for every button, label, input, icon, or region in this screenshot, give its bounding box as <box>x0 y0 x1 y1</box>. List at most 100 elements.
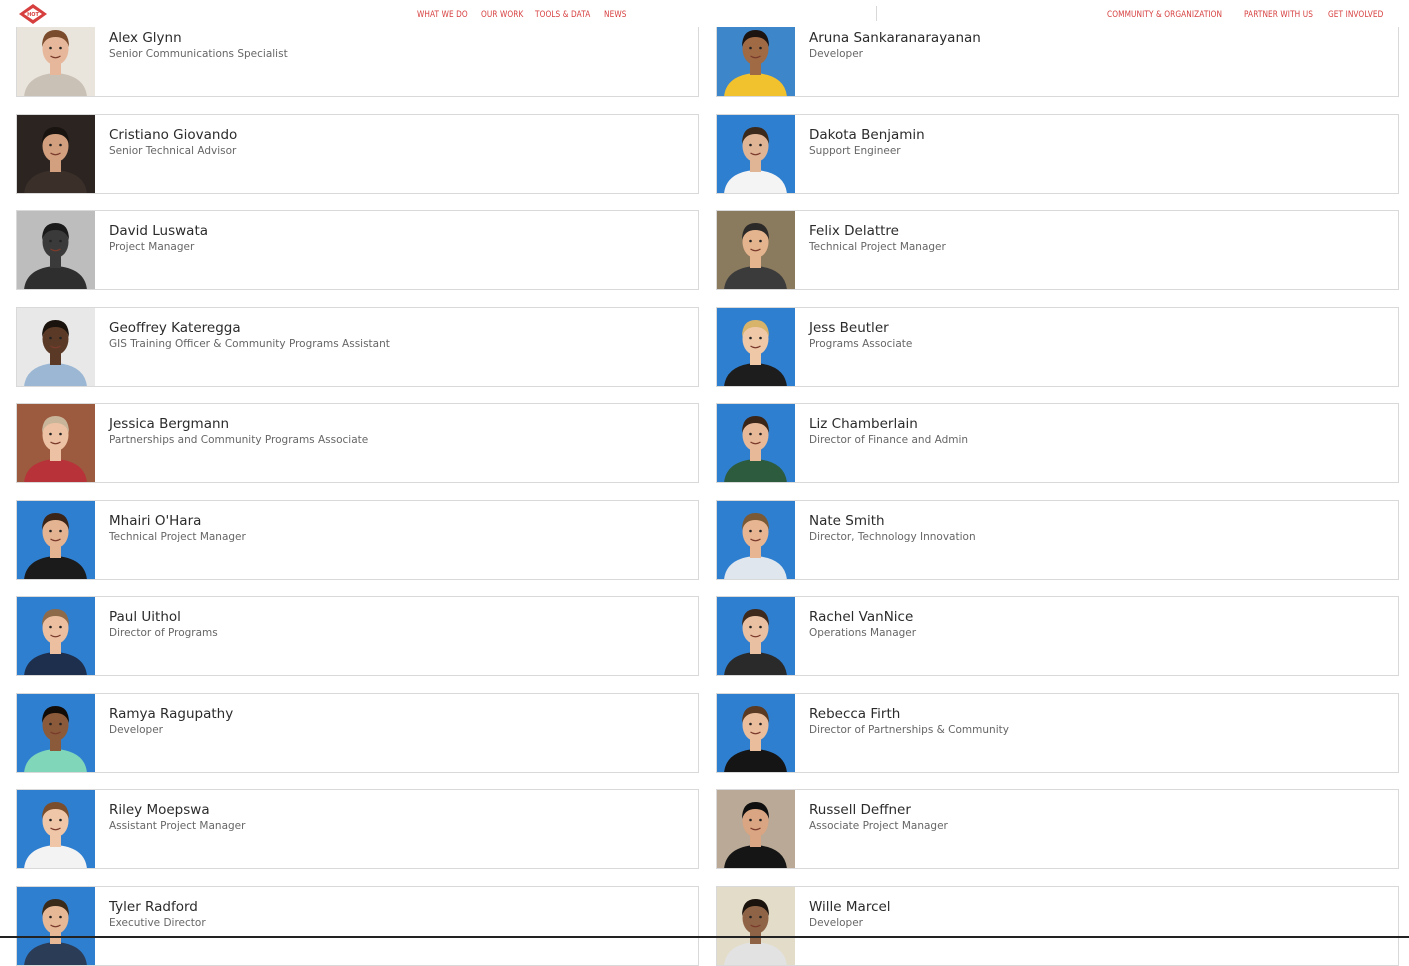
team-member-photo[interactable] <box>17 790 95 868</box>
team-member-role: Technical Project Manager <box>809 241 946 253</box>
team-member-role: Senior Communications Specialist <box>109 48 288 60</box>
team-member-photo[interactable] <box>17 404 95 482</box>
team-member-photo[interactable] <box>17 500 95 579</box>
team-member-card[interactable]: Ramya Ragupathy Developer <box>16 692 699 773</box>
nav-get-involved[interactable]: GET INVOLVED <box>1328 9 1383 19</box>
portrait-image <box>717 211 795 289</box>
team-member-role: Support Engineer <box>809 144 901 157</box>
team-member-name[interactable]: Rebecca Firth <box>809 706 1009 722</box>
team-member-photo[interactable] <box>717 693 795 772</box>
hot-logo-icon[interactable]: HOT <box>15 2 51 26</box>
team-member-card[interactable]: Felix Delattre Technical Project Manager <box>716 210 1399 290</box>
team-member-card[interactable]: Cristiano Giovando Senior Technical Advis… <box>16 113 699 194</box>
team-member-photo[interactable] <box>717 886 795 965</box>
team-member-role: Assistant Project Manager <box>109 820 246 832</box>
team-member-info: Mhairi O'Hara Technical Project Manager <box>95 501 246 579</box>
nav-tools-data[interactable]: TOOLS & DATA <box>535 9 590 19</box>
team-member-card[interactable]: Mhairi O'Hara Technical Project Manager <box>16 499 699 580</box>
team-member-photo[interactable] <box>17 18 95 96</box>
team-member-photo[interactable] <box>17 693 95 772</box>
team-member-card[interactable]: Nate Smith Director, Technology Innovatio… <box>716 499 1399 580</box>
team-member-photo[interactable] <box>17 307 95 386</box>
portrait-image <box>717 790 795 868</box>
nav-community-organization[interactable]: COMMUNITY & ORGANIZATION <box>1107 9 1222 19</box>
team-member-role: GIS Training Officer & Community Program… <box>109 337 390 350</box>
team-member-role: Project Manager <box>109 241 195 253</box>
team-member-name[interactable]: Ramya Ragupathy <box>109 706 233 722</box>
nav-partner-with-us[interactable]: PARTNER WITH US <box>1244 9 1313 19</box>
team-member-name[interactable]: Rachel VanNice <box>809 609 916 625</box>
portrait-image <box>717 500 795 579</box>
team-member-photo[interactable] <box>717 307 795 386</box>
team-member-card[interactable]: Tyler Radford Executive Director <box>16 885 699 966</box>
team-member-name[interactable]: Dakota Benjamin <box>809 127 925 143</box>
team-member-info: Russell Deffner Associate Project Manager <box>795 790 948 868</box>
team-member-photo[interactable] <box>717 597 795 675</box>
team-member-name[interactable]: Tyler Radford <box>109 899 206 915</box>
team-member-photo[interactable] <box>717 114 795 193</box>
team-member-name[interactable]: Jessica Bergmann <box>109 416 368 432</box>
team-member-card[interactable]: Dakota Benjamin Support Engineer <box>716 113 1399 194</box>
team-member-card[interactable]: Liz Chamberlain Director of Finance and A… <box>716 403 1399 483</box>
nav-our-work[interactable]: OUR WORK <box>481 9 523 19</box>
team-member-card[interactable]: Rebecca Firth Director of Partnerships & … <box>716 692 1399 773</box>
team-member-photo[interactable] <box>717 790 795 868</box>
team-member-photo[interactable] <box>17 597 95 675</box>
team-member-name[interactable]: Liz Chamberlain <box>809 416 968 432</box>
team-member-photo[interactable] <box>717 211 795 289</box>
team-member-info: Jessica Bergmann Partnerships and Communi… <box>95 404 368 482</box>
team-member-name[interactable]: David Luswata <box>109 223 208 239</box>
team-member-photo[interactable] <box>717 500 795 579</box>
team-member-name[interactable]: Aruna Sankaranarayanan <box>809 30 981 46</box>
team-member-role: Operations Manager <box>809 627 917 639</box>
team-member-name[interactable]: Cristiano Giovando <box>109 127 237 143</box>
team-member-card[interactable]: Russell Deffner Associate Project Manager <box>716 789 1399 869</box>
team-member-role: Executive Director <box>109 916 206 929</box>
team-member-card[interactable]: Rachel VanNice Operations Manager <box>716 596 1399 676</box>
team-member-name[interactable]: Alex Glynn <box>109 30 288 46</box>
team-member-card[interactable]: Riley Moepswa Assistant Project Manager <box>16 789 699 869</box>
team-member-card[interactable]: David Luswata Project Manager <box>16 210 699 290</box>
team-member-photo[interactable] <box>717 18 795 96</box>
team-member-card[interactable]: Wille Marcel Developer <box>716 885 1399 966</box>
team-member-name[interactable]: Russell Deffner <box>809 802 948 818</box>
portrait-image <box>17 790 95 868</box>
team-member-card[interactable]: Geoffrey Kateregga GIS Training Officer &… <box>16 306 699 387</box>
primary-nav: WHAT WE DO OUR WORK TOOLS & DATA NEWS <box>417 9 635 19</box>
team-member-role: Developer <box>809 916 864 929</box>
team-member-info: Alex Glynn Senior Communications Speciali… <box>95 18 288 96</box>
team-member-name[interactable]: Riley Moepswa <box>109 802 245 818</box>
team-member-name[interactable]: Jess Beutler <box>809 320 912 336</box>
team-member-photo[interactable] <box>17 211 95 289</box>
portrait-image <box>17 693 95 772</box>
portrait-image <box>717 693 795 772</box>
team-member-name[interactable]: Felix Delattre <box>809 223 946 239</box>
team-member-role: Programs Associate <box>809 337 913 350</box>
team-member-role: Developer <box>809 48 864 60</box>
team-member-card[interactable]: Paul Uithol Director of Programs <box>16 596 699 676</box>
portrait-image <box>717 404 795 482</box>
team-member-card[interactable]: Aruna Sankaranarayanan Developer <box>716 17 1399 97</box>
portrait-image <box>717 597 795 675</box>
team-member-role: Director of Partnerships & Community <box>809 723 1009 736</box>
portrait-image <box>17 597 95 675</box>
team-member-photo[interactable] <box>717 404 795 482</box>
team-member-name[interactable]: Mhairi O'Hara <box>109 513 246 529</box>
nav-news[interactable]: NEWS <box>604 9 626 19</box>
team-member-info: Nate Smith Director, Technology Innovatio… <box>795 501 976 579</box>
team-member-info: Felix Delattre Technical Project Manager <box>795 211 946 289</box>
team-member-info: Geoffrey Kateregga GIS Training Officer &… <box>95 308 390 386</box>
team-member-name[interactable]: Geoffrey Kateregga <box>109 320 390 336</box>
team-member-photo[interactable] <box>17 886 95 965</box>
team-member-photo[interactable] <box>17 114 95 193</box>
portrait-image <box>17 211 95 289</box>
team-member-info: David Luswata Project Manager <box>95 211 208 289</box>
team-member-name[interactable]: Paul Uithol <box>109 609 218 625</box>
nav-divider <box>876 6 877 21</box>
team-member-card[interactable]: Jessica Bergmann Partnerships and Communi… <box>16 403 699 483</box>
team-member-name[interactable]: Nate Smith <box>809 513 976 529</box>
team-member-card[interactable]: Jess Beutler Programs Associate <box>716 306 1399 387</box>
team-member-card[interactable]: Alex Glynn Senior Communications Speciali… <box>16 17 699 97</box>
nav-what-we-do[interactable]: WHAT WE DO <box>417 9 468 19</box>
team-member-name[interactable]: Wille Marcel <box>809 899 891 915</box>
